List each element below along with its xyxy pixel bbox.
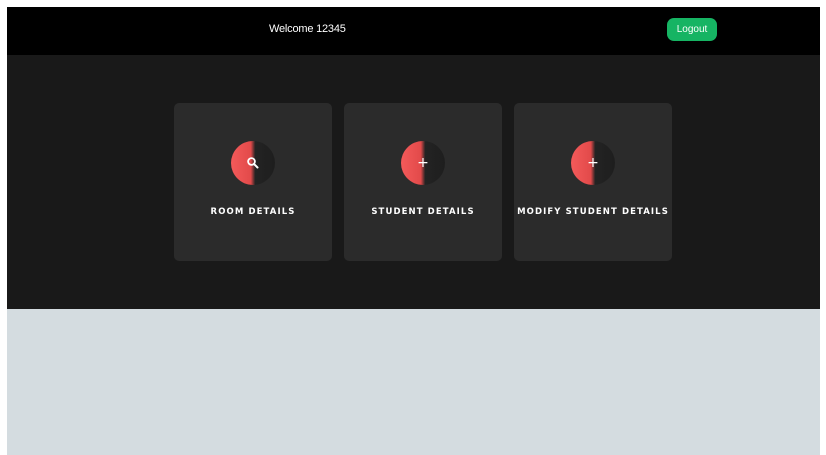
plus-icon: + <box>587 155 599 171</box>
modify-student-details-label: MODIFY STUDENT DETAILS <box>517 207 669 217</box>
room-details-card[interactable]: ROOM DETAILS <box>174 103 332 261</box>
page: Welcome 12345 Logout ROOM DETAILS + STUD… <box>7 7 820 455</box>
modify-student-details-card[interactable]: + MODIFY STUDENT DETAILS <box>514 103 672 261</box>
student-details-label: STUDENT DETAILS <box>371 207 475 217</box>
room-details-icon-circle <box>231 141 275 185</box>
top-navbar: Welcome 12345 Logout <box>7 7 820 55</box>
plus-icon: + <box>417 155 429 171</box>
welcome-message: Welcome 12345 <box>269 23 346 35</box>
search-icon <box>231 141 275 185</box>
modify-student-details-icon-circle: + <box>571 141 615 185</box>
student-details-icon-circle: + <box>401 141 445 185</box>
room-details-label: ROOM DETAILS <box>210 207 296 217</box>
logout-button[interactable]: Logout <box>667 18 717 41</box>
dashboard-panel: ROOM DETAILS + STUDENT DETAILS + MODIFY … <box>7 55 820 309</box>
student-details-card[interactable]: + STUDENT DETAILS <box>344 103 502 261</box>
